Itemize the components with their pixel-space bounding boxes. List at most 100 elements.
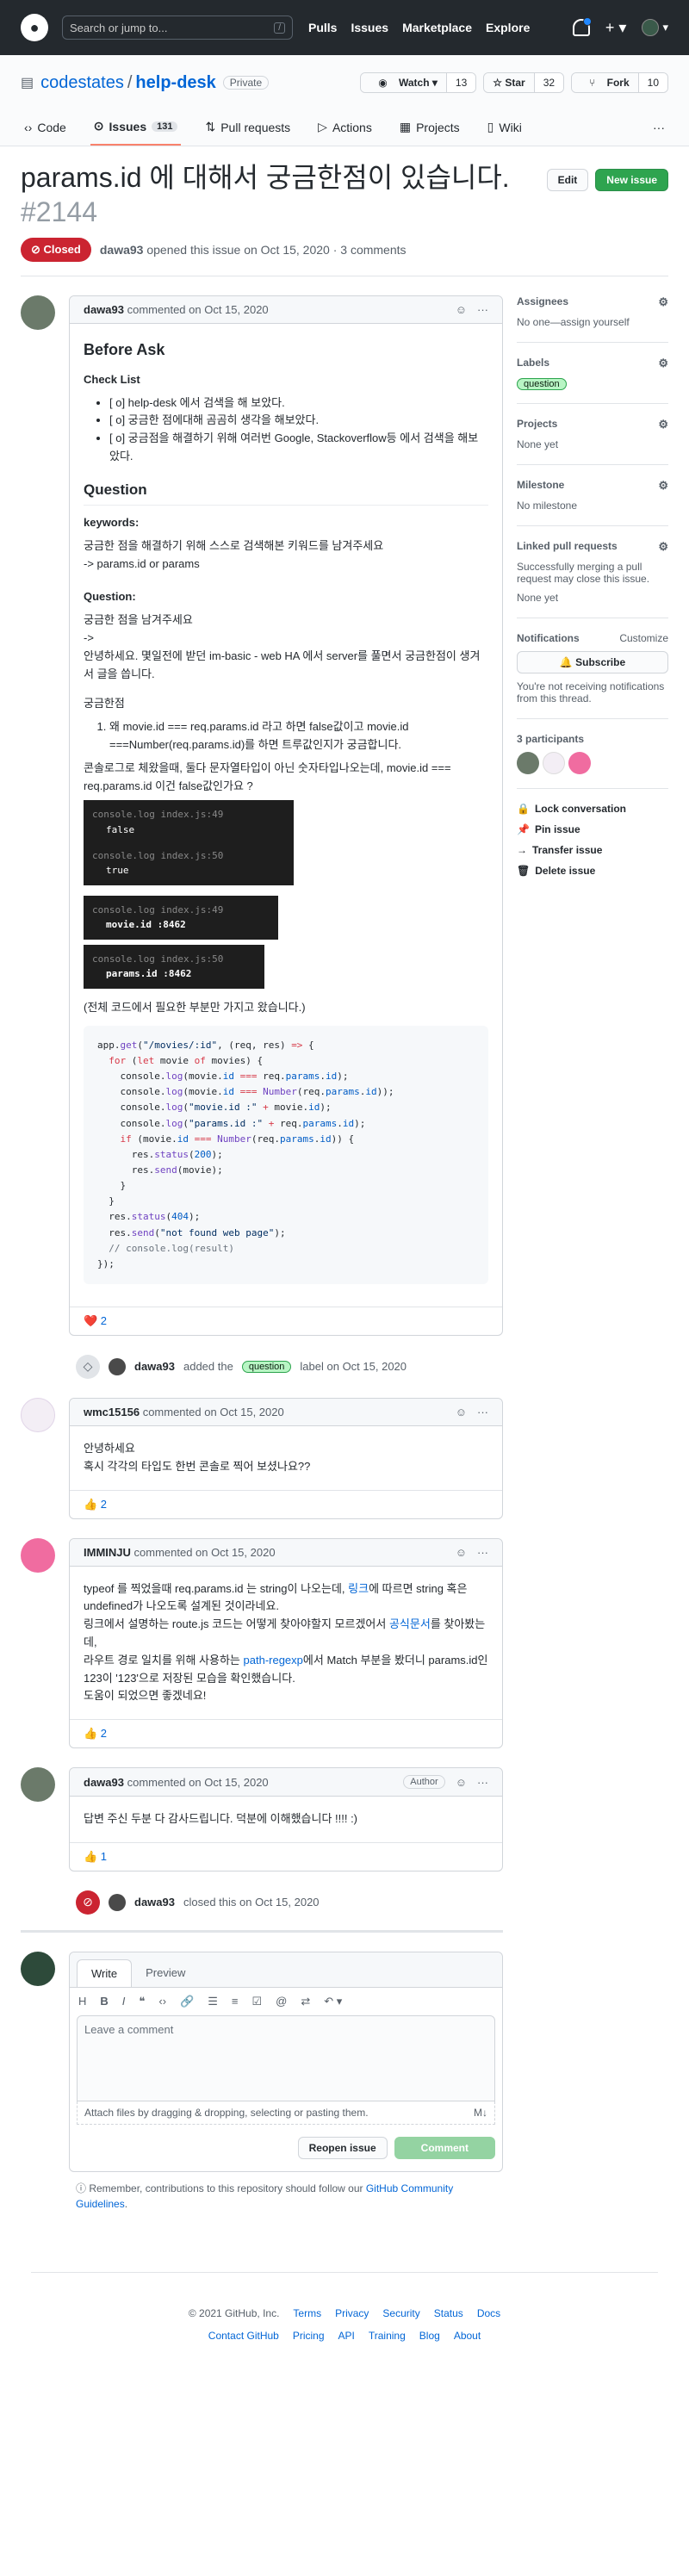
gear-icon[interactable]: ⚙ (658, 540, 668, 554)
projects-header[interactable]: Projects ⚙ (517, 418, 668, 431)
task-list-icon[interactable]: ☑ (252, 1995, 263, 2008)
kebab-menu-icon[interactable]: ··· (477, 1546, 488, 1559)
nav-pulls[interactable]: Pulls (308, 21, 337, 34)
avatar[interactable] (517, 752, 539, 774)
reply-icon[interactable]: ↶ ▾ (324, 1995, 342, 2008)
more-tabs-icon[interactable]: ··· (649, 110, 668, 146)
comment-author[interactable]: IMMINJU (84, 1546, 131, 1559)
path-regexp-link[interactable]: path-regexp (244, 1654, 303, 1667)
transfer-issue-link[interactable]: → Transfer issue (517, 844, 668, 856)
avatar[interactable] (21, 295, 55, 330)
avatar[interactable] (109, 1893, 126, 1911)
footer-link[interactable]: Contact GitHub (208, 2330, 279, 2342)
linked-prs-header[interactable]: Linked pull requests ⚙ (517, 540, 668, 554)
question-label-badge[interactable]: question (241, 1360, 292, 1373)
reaction-thumbs-up[interactable]: 👍 2 (70, 1489, 502, 1518)
create-new-plus-icon[interactable]: + ▾ (605, 19, 627, 37)
nav-marketplace[interactable]: Marketplace (402, 21, 472, 34)
lock-conversation-link[interactable]: 🔒 Lock conversation (517, 803, 668, 815)
star-button[interactable]: ☆ Star 32 (483, 72, 565, 93)
subscribe-button[interactable]: 🔔 Subscribe (517, 651, 668, 673)
assignees-value[interactable]: No one—assign yourself (517, 316, 668, 328)
gear-icon[interactable]: ⚙ (658, 295, 668, 309)
comment-timestamp[interactable]: commented on Oct 15, 2020 (134, 1546, 276, 1559)
repo-name-link[interactable]: help-desk (135, 73, 215, 93)
notification-bell-icon[interactable] (572, 17, 592, 36)
reaction-thumbs-up[interactable]: 👍 2 (70, 1719, 502, 1747)
tab-wiki[interactable]: ▯ Wiki (484, 110, 525, 146)
footer-link[interactable]: Terms (293, 2307, 321, 2319)
bold-icon[interactable]: B (100, 1995, 108, 2008)
footer-link[interactable]: Status (434, 2307, 463, 2319)
avatar[interactable] (543, 752, 565, 774)
kebab-menu-icon[interactable]: ··· (477, 1406, 488, 1418)
star-count[interactable]: 32 (533, 73, 564, 92)
event-actor[interactable]: dawa93 (134, 1896, 175, 1909)
comment-timestamp[interactable]: commented on Oct 15, 2020 (143, 1406, 284, 1418)
footer-link[interactable]: Training (369, 2330, 406, 2342)
avatar[interactable] (21, 1397, 55, 1432)
avatar[interactable] (21, 1767, 55, 1803)
tab-projects[interactable]: ▦ Projects (396, 110, 463, 146)
docs-link[interactable]: 공식문서 (389, 1617, 431, 1630)
github-logo-icon[interactable]: ● (21, 14, 48, 41)
tab-preview[interactable]: Preview (132, 1959, 199, 1987)
gear-icon[interactable]: ⚙ (658, 418, 668, 431)
reaction-thumbs-up[interactable]: 👍 1 (70, 1841, 502, 1871)
avatar[interactable] (568, 752, 591, 774)
watch-button[interactable]: ◉ Watch ▾ 13 (360, 72, 477, 93)
smiley-icon[interactable]: ☺ (456, 1406, 467, 1418)
avatar[interactable] (109, 1357, 126, 1375)
customize-link[interactable]: Customize (619, 632, 668, 644)
mention-icon[interactable]: @ (276, 1995, 287, 2008)
comment-timestamp[interactable]: commented on Oct 15, 2020 (127, 1776, 269, 1789)
footer-link[interactable]: About (454, 2330, 481, 2342)
smiley-icon[interactable]: ☺ (456, 1546, 467, 1559)
comment-timestamp[interactable]: commented on Oct 15, 2020 (127, 303, 269, 316)
footer-link[interactable]: Blog (419, 2330, 440, 2342)
attach-files-area[interactable]: Attach files by dragging & dropping, sel… (77, 2101, 495, 2125)
edit-title-button[interactable]: Edit (546, 169, 589, 191)
reopen-issue-button[interactable]: Reopen issue (297, 2136, 388, 2159)
issue-author-link[interactable]: dawa93 (100, 243, 144, 257)
tab-code[interactable]: ‹› Code (21, 110, 70, 146)
comment-author[interactable]: dawa93 (84, 303, 124, 316)
tab-actions[interactable]: ▷ Actions (314, 110, 376, 146)
heading-icon[interactable]: H (78, 1995, 86, 2008)
tab-pull-requests[interactable]: ⇅ Pull requests (202, 110, 294, 146)
link-icon[interactable]: 🔗 (180, 1995, 194, 2008)
kebab-menu-icon[interactable]: ··· (477, 303, 488, 316)
gear-icon[interactable]: ⚙ (658, 479, 668, 493)
quote-icon[interactable]: ❝ (139, 1995, 145, 2008)
search-input[interactable]: Search or jump to... / (62, 16, 293, 40)
code-icon[interactable]: ‹› (158, 1995, 166, 2008)
numbered-list-icon[interactable]: ≡ (232, 1995, 239, 2008)
cross-reference-icon[interactable]: ⇄ (301, 1995, 310, 2008)
reaction-heart[interactable]: ❤️ 2 (70, 1306, 502, 1335)
comment-button[interactable]: Comment (394, 2136, 495, 2159)
tab-issues[interactable]: ⊙ Issues 131 (90, 110, 182, 146)
link[interactable]: 링크 (348, 1582, 369, 1595)
user-menu[interactable]: ▾ (642, 19, 668, 36)
comment-author[interactable]: wmc15156 (84, 1406, 140, 1418)
repo-owner-link[interactable]: codestates (40, 73, 124, 93)
comment-author[interactable]: dawa93 (84, 1776, 124, 1789)
smiley-icon[interactable]: ☺ (456, 303, 467, 316)
footer-link[interactable]: Security (382, 2307, 419, 2319)
comment-textarea[interactable]: Leave a comment (77, 2014, 495, 2101)
fork-count[interactable]: 10 (637, 73, 667, 92)
new-issue-button[interactable]: New issue (595, 169, 668, 191)
kebab-menu-icon[interactable]: ··· (477, 1776, 488, 1789)
assignees-header[interactable]: Assignees ⚙ (517, 295, 668, 309)
nav-issues[interactable]: Issues (351, 21, 388, 34)
italic-icon[interactable]: I (122, 1995, 126, 2008)
nav-explore[interactable]: Explore (486, 21, 530, 34)
avatar[interactable] (21, 1537, 55, 1573)
delete-issue-link[interactable]: 🗑 Delete issue (517, 865, 668, 877)
labels-header[interactable]: Labels ⚙ (517, 357, 668, 370)
event-actor[interactable]: dawa93 (134, 1360, 175, 1373)
smiley-icon[interactable]: ☺ (456, 1776, 467, 1789)
footer-link[interactable]: Privacy (335, 2307, 369, 2319)
fork-button[interactable]: ⑂ Fork 10 (571, 72, 668, 93)
question-label-badge[interactable]: question (517, 378, 567, 390)
